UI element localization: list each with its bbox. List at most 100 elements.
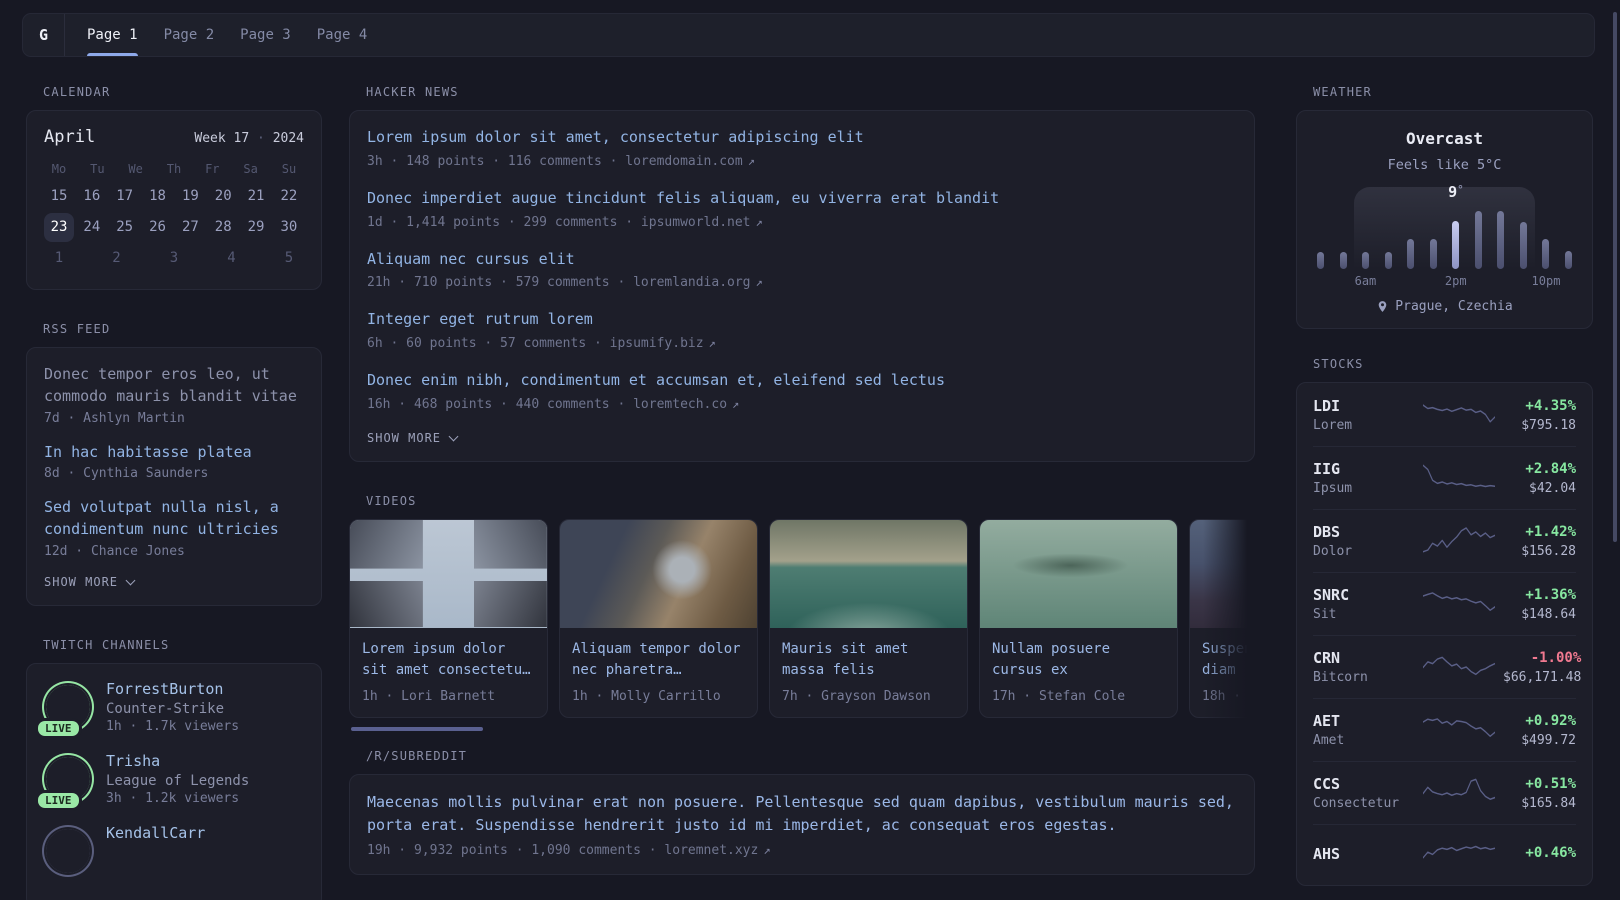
hn-story: Integer eget rutrum lorem 6h · 60 points… [367, 309, 1237, 351]
twitch-channel[interactable]: LIVE ForrestBurton Counter-Strike 1h · 1… [38, 680, 304, 736]
time-axis: 6am 2pm 10pm [1317, 274, 1572, 289]
stock-change: +1.36% [1525, 586, 1576, 603]
temp-bar [1497, 211, 1505, 269]
video-meta: 1h · Molly Carrillo [572, 689, 721, 705]
video-thumbnail [770, 519, 967, 628]
temp-bar [1407, 239, 1415, 269]
calendar-day: 26 [149, 219, 166, 235]
stock-price: $66,171.48 [1503, 669, 1582, 685]
external-link-icon: ↗ [763, 842, 771, 857]
stock-price: $148.64 [1521, 606, 1576, 622]
hn-story-meta: 1d · 1,414 points · 299 comments · ipsum… [367, 214, 763, 230]
stock-symbol: LDI [1313, 397, 1341, 415]
calendar-week-year: Week 17 · 2024 [194, 131, 304, 146]
hn-show-more-button[interactable]: SHOW MORE [367, 431, 459, 445]
carousel-scrollbar[interactable] [351, 727, 483, 732]
weekday-label: Th [166, 162, 182, 176]
external-link-icon: ↗ [747, 153, 755, 168]
stock-sparkline [1423, 845, 1495, 859]
page-scrollbar[interactable] [1613, 12, 1617, 542]
calendar-day: 30 [280, 219, 298, 235]
weekday-label: Fr [205, 162, 220, 176]
calendar-day: 3 [169, 250, 179, 266]
current-temp-label: 9° [1448, 183, 1464, 201]
calendar-day: 16 [83, 188, 101, 204]
video-title: Aliquam tempor dolor nec pharetra… [572, 640, 741, 679]
rss-article: Donec tempor eros leo, ut commodo mauris… [44, 364, 304, 426]
stock-symbol: IIG [1313, 460, 1341, 478]
stock-sparkline [1423, 778, 1495, 800]
stock-sparkline [1423, 527, 1495, 553]
temp-bar [1429, 239, 1437, 269]
rss-article-title[interactable]: Sed volutpat nulla nisl, a condimentum n… [44, 497, 304, 541]
stock-identity: AHS [1313, 845, 1415, 866]
hn-story-title[interactable]: Aliquam nec cursus elit [367, 249, 1237, 271]
video-title: Lorem ipsum dolor sit amet consectetu… [362, 640, 531, 679]
video-card[interactable]: Suspendisse diam 18h · Tara [1189, 518, 1255, 719]
left-column: CALENDAR April Week 17 · 2024 Mo Tu We T… [26, 85, 322, 900]
twitch-channel[interactable]: LIVE Trisha League of Legends 3h · 1.2k … [38, 752, 304, 808]
weather-location-text: Prague, Czechia [1395, 299, 1513, 314]
channel-info: Trisha League of Legends 3h · 1.2k viewe… [106, 752, 249, 806]
hn-story-title[interactable]: Donec imperdiet augue tincidunt felis al… [367, 188, 1237, 210]
twitch-card: LIVE ForrestBurton Counter-Strike 1h · 1… [26, 662, 322, 900]
video-thumbnail [560, 519, 757, 628]
subreddit-card: Maecenas mollis pulvinar erat non posuer… [349, 774, 1255, 875]
stock-figures: +1.42% $156.28 [1503, 524, 1576, 559]
stock-sparkline [1423, 464, 1495, 488]
time-label: 6am [1354, 274, 1377, 288]
hn-story-title[interactable]: Lorem ipsum dolor sit amet, consectetur … [367, 127, 1237, 149]
topbar-divider [64, 14, 65, 56]
video-card[interactable]: Mauris sit amet massa felis 7h · Grayson… [769, 518, 968, 719]
rss-widget: RSS FEED Donec tempor eros leo, ut commo… [26, 322, 322, 606]
weekday-label: Tu [90, 162, 105, 176]
stock-name: Sit [1313, 607, 1337, 622]
hn-story-title[interactable]: Integer eget rutrum lorem [367, 309, 1237, 331]
temperature-bars [1317, 207, 1572, 269]
stock-figures: +2.84% $42.04 [1503, 461, 1576, 496]
stocks-card: LDI Lorem +4.35% $795.18 IIG Ipsum +2.84… [1296, 382, 1593, 886]
dashboard-page: G Page 1 Page 2 Page 3 Page 4 CALENDAR A… [0, 0, 1620, 900]
rss-card: Donec tempor eros leo, ut commodo mauris… [26, 347, 322, 606]
calendar-day: 1 [54, 250, 64, 266]
reddit-post-title[interactable]: Maecenas mollis pulvinar erat non posuer… [367, 791, 1237, 838]
channel-viewers: 1h · 1.7k viewers [106, 718, 240, 734]
video-card[interactable]: Nullam posuere cursus ex 17h · Stefan Co… [979, 518, 1178, 719]
hn-story: Aliquam nec cursus elit 21h · 710 points… [367, 249, 1237, 291]
external-link-icon: ↗ [755, 214, 763, 229]
stock-identity: AET Amet [1313, 712, 1415, 748]
external-link-icon: ↗ [755, 275, 763, 290]
video-card[interactable]: Lorem ipsum dolor sit amet consectetu… 1… [349, 518, 548, 719]
video-card[interactable]: Aliquam tempor dolor nec pharetra… 1h · … [559, 518, 758, 719]
app-logo[interactable]: G [23, 14, 64, 56]
channel-name: Trisha [106, 751, 161, 770]
twitch-channel[interactable]: LIVE KendallCarr [44, 824, 304, 873]
video-title: Suspendisse diam [1202, 640, 1255, 679]
channel-game: Counter-Strike [106, 700, 225, 717]
stock-change: +0.51% [1525, 775, 1576, 792]
calendar-widget: CALENDAR April Week 17 · 2024 Mo Tu We T… [26, 85, 322, 290]
calendar-day: 19 [181, 188, 199, 204]
hacker-news-card: Lorem ipsum dolor sit amet, consectetur … [349, 110, 1255, 462]
stock-name: Ipsum [1313, 481, 1353, 496]
tab-page[interactable]: Page 2 [164, 14, 215, 56]
live-badge: LIVE [38, 720, 79, 736]
tab-page[interactable]: Page 3 [240, 14, 291, 56]
live-badge: LIVE [38, 792, 79, 808]
channel-game: League of Legends [106, 772, 250, 789]
tab-page[interactable]: Page 1 [87, 14, 138, 56]
tab-page[interactable]: Page 4 [317, 14, 368, 56]
video-meta: 17h · Stefan Cole [992, 689, 1126, 705]
rss-article-title[interactable]: Donec tempor eros leo, ut commodo mauris… [44, 364, 304, 408]
hn-story-title[interactable]: Donec enim nibh, condimentum et accumsan… [367, 370, 1237, 392]
stock-figures: +0.92% $499.72 [1503, 713, 1576, 748]
hn-story-meta: 16h · 468 points · 440 comments · loremt… [367, 396, 740, 412]
calendar-month: April [44, 127, 96, 147]
weekday-label: We [128, 162, 143, 176]
rss-show-more-button[interactable]: SHOW MORE [44, 575, 136, 589]
rss-article-title[interactable]: In hac habitasse platea [44, 442, 304, 464]
temp-bar [1474, 211, 1482, 269]
active-tab-underline [87, 53, 138, 56]
calendar-weekdays: Mo Tu We Th Fr Sa Su [44, 162, 304, 176]
stock-row: LDI Lorem +4.35% $795.18 [1313, 384, 1576, 446]
